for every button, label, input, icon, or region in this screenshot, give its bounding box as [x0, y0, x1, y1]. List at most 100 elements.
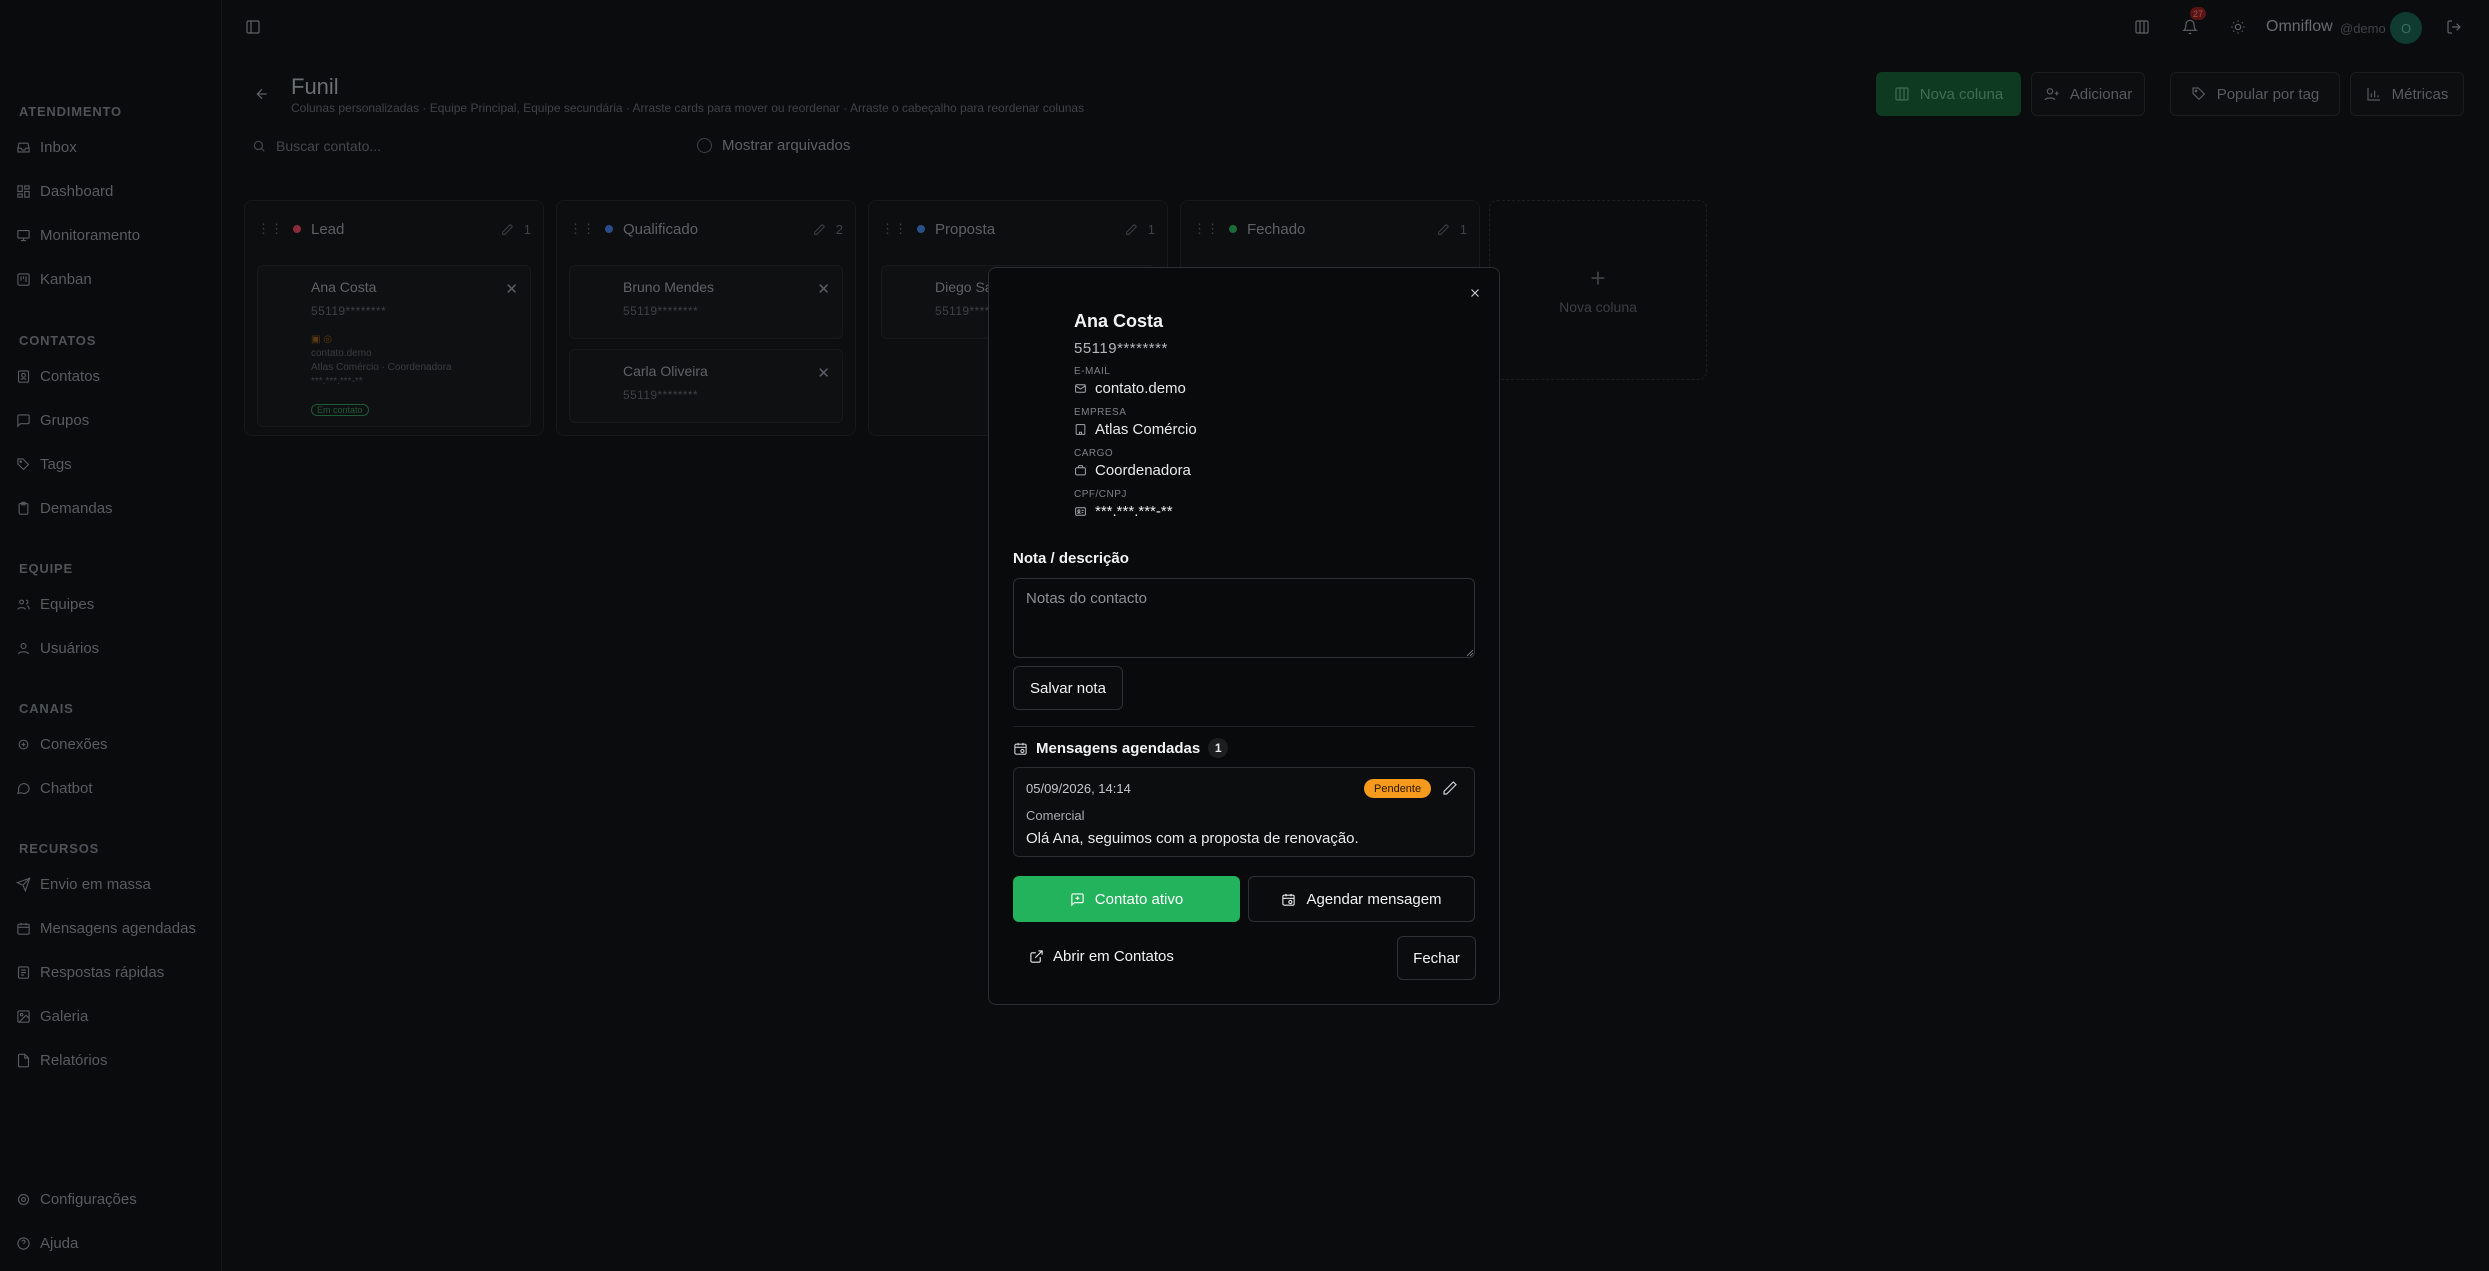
close-icon[interactable]: ✕ [505, 280, 518, 298]
sidebar-item-label: Conexões [40, 735, 108, 753]
message-plus-icon [1071, 892, 1084, 906]
column-title: Fechado [1247, 220, 1306, 238]
populate-by-tag-button[interactable]: Popular por tag [2170, 72, 2340, 116]
sidebar-item-respostas-rapidas[interactable]: Respostas rápidas [16, 957, 164, 987]
kanban-card[interactable]: Ana Costa 55119******** ✕ ▣ ◎ contato.de… [257, 265, 531, 427]
logout-button[interactable] [2444, 17, 2464, 37]
dashboard-icon [17, 184, 30, 198]
plus-icon: + [1590, 263, 1606, 293]
doc-label: CPF/CNPJ [1074, 489, 1127, 500]
sidebar-item-equipes[interactable]: Equipes [16, 589, 94, 619]
sidebar-item-dashboard[interactable]: Dashboard [16, 176, 113, 206]
checkbox[interactable] [697, 138, 712, 153]
save-note-button[interactable]: Salvar nota [1013, 666, 1123, 710]
drag-handle-icon[interactable]: ⋮⋮ [569, 221, 595, 237]
sidebar-item-label: Envio em massa [40, 875, 151, 893]
sidebar: ATENDIMENTO Inbox Dashboard Monitorament… [0, 0, 222, 1271]
doc-value-row: ***.***.***-** [1074, 503, 1173, 520]
sidebar-item-inbox[interactable]: Inbox [16, 132, 77, 162]
company-value-row: Atlas Comércio [1074, 421, 1197, 438]
sidebar-item-label: Relatórios [40, 1051, 108, 1069]
sidebar-item-envio-em-massa[interactable]: Envio em massa [16, 869, 151, 899]
column-header[interactable]: ⋮⋮ Fechado 1 [1193, 219, 1467, 239]
new-column-placeholder[interactable]: + Nova coluna [1489, 200, 1707, 380]
pencil-icon [1443, 781, 1457, 795]
schedule-message-button[interactable]: Agendar mensagem [1248, 876, 1475, 922]
drag-handle-icon[interactable]: ⋮⋮ [881, 221, 907, 237]
notifications-button[interactable] [2180, 17, 2200, 37]
doc-value: ***.***.***-** [1095, 503, 1173, 520]
active-contact-button[interactable]: Contato ativo [1013, 876, 1240, 922]
kanban-card[interactable]: Bruno Mendes 55119******** ✕ [569, 265, 843, 339]
theme-toggle-button[interactable] [2228, 17, 2248, 37]
email-value-row: contato.demo [1074, 380, 1186, 397]
metrics-label: Métricas [2391, 85, 2449, 103]
sidebar-item-tags[interactable]: Tags [16, 449, 72, 479]
sidebar-section-title: ATENDIMENTO [19, 104, 122, 119]
edit-scheduled-button[interactable] [1442, 780, 1458, 796]
sidebar-toggle-button[interactable] [243, 17, 263, 37]
bar-chart-icon [2367, 88, 2380, 101]
role-value-row: Coordenadora [1074, 462, 1191, 479]
drag-handle-icon[interactable]: ⋮⋮ [257, 221, 283, 237]
external-link-icon [1030, 950, 1043, 963]
sidebar-item-conexoes[interactable]: Conexões [16, 729, 108, 759]
scheduled-datetime: 05/09/2026, 14:14 [1026, 781, 1131, 796]
new-column-button[interactable]: Nova coluna [1876, 72, 2021, 116]
sidebar-item-mensagens-agendadas[interactable]: Mensagens agendadas [16, 913, 196, 943]
close-button[interactable]: Fechar [1397, 936, 1476, 980]
open-in-contacts-link[interactable]: Abrir em Contatos [1029, 948, 1174, 965]
column-header[interactable]: ⋮⋮ Proposta 1 [881, 219, 1155, 239]
edit-icon[interactable] [813, 223, 826, 236]
calendar-clock-icon [17, 922, 30, 935]
role-label: CARGO [1074, 448, 1114, 459]
sidebar-item-configuracoes[interactable]: Configurações [16, 1184, 137, 1214]
edit-icon[interactable] [1125, 223, 1138, 236]
sidebar-item-monitoramento[interactable]: Monitoramento [16, 220, 140, 250]
search-icon [253, 140, 265, 152]
dialog-close-button[interactable] [1463, 281, 1487, 305]
sidebar-section-title: RECURSOS [19, 841, 100, 856]
sidebar-item-demandas[interactable]: Demandas [16, 493, 113, 523]
drag-handle-icon[interactable]: ⋮⋮ [1193, 221, 1219, 237]
sidebar-item-ajuda[interactable]: Ajuda [16, 1228, 78, 1258]
sidebar-item-chatbot[interactable]: Chatbot [16, 773, 93, 803]
sidebar-item-grupos[interactable]: Grupos [16, 405, 89, 435]
brand-name: Omniflow [2266, 18, 2333, 35]
sidebar-item-label: Grupos [40, 411, 90, 429]
contact-phone: 55119******** [1074, 340, 1168, 357]
help-icon [17, 1236, 30, 1250]
add-button[interactable]: Adicionar [2031, 72, 2145, 116]
close-icon[interactable]: ✕ [817, 364, 830, 382]
avatar[interactable]: O [2390, 12, 2422, 44]
sidebar-section-title: EQUIPE [19, 561, 73, 576]
show-archived-toggle[interactable]: Mostrar arquivados [697, 137, 850, 154]
metrics-button[interactable]: Métricas [2350, 72, 2464, 116]
note-textarea[interactable] [1013, 578, 1475, 658]
close-icon[interactable]: ✕ [817, 280, 830, 298]
user-plus-icon [2044, 88, 2059, 101]
sidebar-item-kanban[interactable]: Kanban [16, 264, 92, 294]
kanban-card[interactable]: Carla Oliveira 55119******** ✕ [569, 349, 843, 423]
contact-name: Ana Costa [1074, 311, 1164, 331]
column-count: 1 [1147, 221, 1155, 237]
note-label: Nota / descrição [1013, 550, 1129, 567]
column-header[interactable]: ⋮⋮ Qualificado 2 [569, 219, 843, 239]
back-button[interactable] [252, 84, 272, 104]
kanban-column-lead: ⋮⋮ Lead 1 Ana Costa 55119******** ✕ ▣ ◎ … [244, 200, 544, 436]
scheduled-message-text: Olá Ana, seguimos com a proposta de reno… [1026, 830, 1359, 847]
sidebar-item-galeria[interactable]: Galeria [16, 1001, 88, 1031]
search-input[interactable]: Buscar contato... [240, 130, 680, 162]
columns-view-button[interactable] [2132, 17, 2152, 37]
sidebar-item-contatos[interactable]: Contatos [16, 361, 100, 391]
calendar-clock-icon [1282, 893, 1296, 906]
sidebar-item-usuarios[interactable]: Usuários [16, 633, 99, 663]
column-count: 1 [1459, 221, 1467, 237]
sidebar-item-relatorios[interactable]: Relatórios [16, 1045, 108, 1075]
sidebar-item-label: Configurações [40, 1190, 137, 1208]
column-header[interactable]: ⋮⋮ Lead 1 [257, 219, 531, 239]
edit-icon[interactable] [501, 223, 514, 236]
columns-icon [2135, 20, 2149, 34]
resize-grip-icon[interactable] [1466, 649, 1474, 657]
edit-icon[interactable] [1437, 223, 1450, 236]
